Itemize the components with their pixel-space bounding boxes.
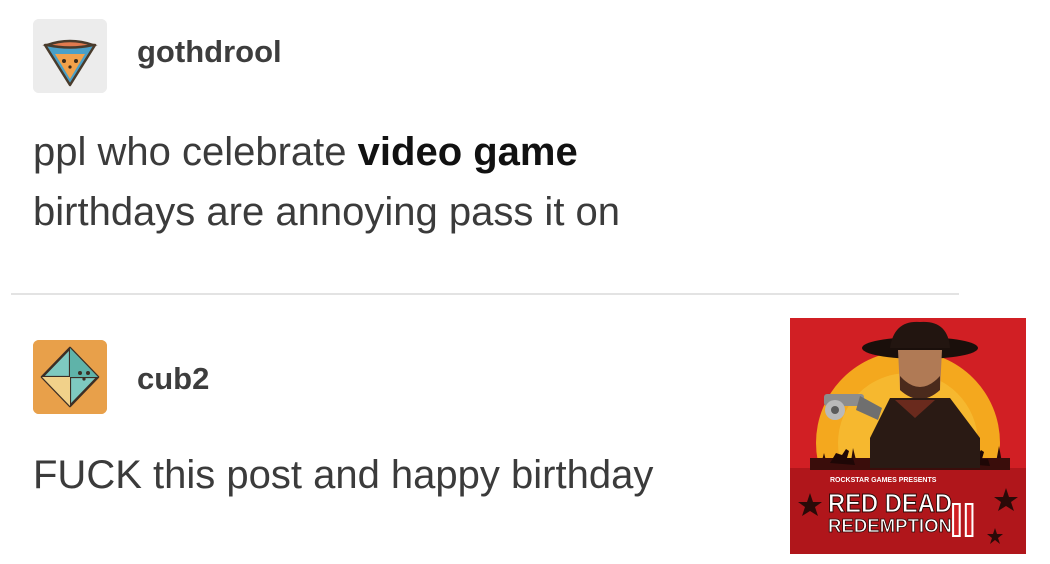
avatar[interactable]: [33, 340, 107, 414]
cover-title-line1: RED DEAD: [828, 488, 952, 518]
octahedron-icon: [33, 340, 107, 414]
game-cover-image[interactable]: ROCKSTAR GAMES PRESENTS RED DEAD REDEMPT…: [790, 318, 1026, 554]
cover-title-line2: REDEMPTION: [828, 516, 952, 536]
post-body: FUCK this post and happy birthday: [33, 453, 654, 497]
post-text-bold: video game: [357, 130, 578, 174]
post-text-plain-2: birthdays are annoying pass it on: [33, 190, 621, 234]
post-body: ppl who celebrate video game birthdays a…: [33, 122, 933, 242]
username[interactable]: gothdrool: [137, 34, 282, 70]
post-text-plain: ppl who celebrate: [33, 130, 358, 174]
username[interactable]: cub2: [137, 361, 209, 397]
avatar[interactable]: [33, 19, 107, 93]
pizza-slice-icon: [33, 19, 107, 93]
cover-presents: ROCKSTAR GAMES PRESENTS: [830, 477, 937, 484]
cover-numeral: II: [950, 494, 976, 546]
post-divider: [11, 293, 959, 295]
red-dead-redemption-cover: ROCKSTAR GAMES PRESENTS RED DEAD REDEMPT…: [790, 318, 1026, 554]
